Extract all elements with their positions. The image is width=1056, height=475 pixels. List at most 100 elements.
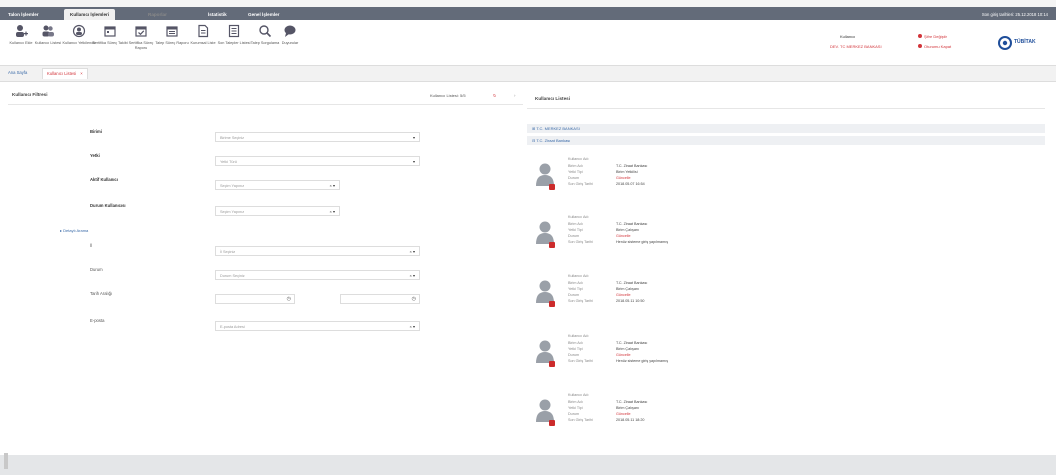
- calendar-list-icon: [165, 24, 179, 38]
- field-label-aktif: Aktif Kullanıcı: [90, 177, 118, 182]
- field-value-last: Henüz sisteme giriş yapılmamış: [616, 359, 669, 363]
- user-avatar-icon: [535, 339, 555, 367]
- dropdown-arrow-icon: × ▾: [409, 324, 415, 329]
- search-icon: [258, 24, 272, 38]
- close-icon[interactable]: ×: [80, 71, 82, 76]
- page-edge-marker: [4, 453, 8, 469]
- field-label-tarih: Tarih Aralığı: [90, 291, 113, 296]
- user-add-icon: [14, 24, 28, 38]
- detailed-search-toggle[interactable]: ▸ Detaylı Arama: [60, 228, 88, 233]
- key-icon: [918, 34, 922, 38]
- dropdown-arrow-icon: ▾: [412, 159, 415, 164]
- collapse-chevron-icon[interactable]: ›: [514, 93, 516, 98]
- footer-bar: [0, 455, 1056, 475]
- menu-tab-raporlar[interactable]: Raporlar: [148, 9, 188, 20]
- field-value-last: 2018.05.07 16:54: [616, 182, 645, 186]
- detailed-search-label: Detaylı Arama: [63, 228, 89, 233]
- user-avatar-icon: [535, 162, 555, 190]
- date-end-input[interactable]: ◷: [340, 294, 420, 304]
- list-doc-icon: [227, 24, 241, 38]
- user-name: Kullanıcı: [840, 34, 856, 39]
- user-list-title: Kullanıcı Listesi: [535, 96, 570, 101]
- menu-tab-talon[interactable]: Talon İşlemler: [8, 9, 39, 20]
- user-card[interactable]: Kullanıcı Adı Birim Adı Yetki Tipi Durum Son…: [535, 333, 835, 391]
- group-header-merkez[interactable]: ⊞ T.C. MERKEZ BANKASI: [527, 124, 1045, 133]
- date-start-input[interactable]: ◷: [215, 294, 295, 304]
- user-avatar-icon: [535, 220, 555, 248]
- select-durum[interactable]: Durum Seçiniz × ▾: [215, 270, 420, 280]
- select-placeholder: E-posta Adresi: [220, 325, 245, 329]
- dropdown-arrow-icon: × ▾: [409, 249, 415, 254]
- field-label-eposta: E-posta: [90, 318, 105, 323]
- user-card[interactable]: Kullanıcı Adı Birim Adı Yetki Tipi Durum Son…: [535, 214, 835, 272]
- logout-label: Oturumu Kapat: [924, 44, 952, 49]
- user-card[interactable]: Kullanıcı Adı Birim Adı Yetki Tipi Durum Son…: [535, 156, 835, 214]
- top-strip: [0, 0, 1056, 7]
- tab-user-list-label: Kullanıcı Listesi: [47, 71, 77, 76]
- toolbar-button-label: Kurumsal Liste: [190, 41, 216, 45]
- user-avatar-icon: [535, 279, 555, 307]
- select-eposta[interactable]: E-posta Adresi × ▾: [215, 321, 420, 331]
- field-key: Kullanıcı Adı: [568, 393, 589, 397]
- calendar-picker-icon[interactable]: ◷: [412, 296, 416, 302]
- user-organization: DEV. TC MERKEZ BANKASI: [830, 44, 882, 49]
- dropdown-arrow-icon: × ▾: [409, 273, 415, 278]
- select-birimi[interactable]: Birime Seçiniz ▾: [215, 132, 420, 142]
- toolbar-button-announcements[interactable]: Duyurular: [271, 24, 309, 46]
- field-key: Son Giriş Tarihi: [568, 299, 593, 303]
- select-placeholder: Seçim Yapınız: [220, 184, 245, 188]
- chat-icon: [283, 24, 297, 38]
- select-aktif[interactable]: Seçim Yapınız × ▾: [215, 180, 340, 190]
- field-label-yetki: Yetki: [90, 153, 100, 158]
- refresh-link-icon[interactable]: ↻: [493, 93, 496, 98]
- menu-tab-kullanici[interactable]: Kullanıcı İşlemleri: [64, 9, 116, 20]
- menu-tab-istatistik[interactable]: İstatistik: [208, 9, 227, 20]
- status-badge: [549, 242, 555, 248]
- last-login-datetime: Son giriş tarihleri: 25.12.2018 10:14: [981, 12, 1048, 17]
- toolbar-button-label: Sertifika Süreç Raporu: [128, 41, 154, 50]
- tubitak-logo: TÜBİTAK: [998, 36, 1038, 52]
- user-card[interactable]: Kullanıcı Adı Birim Adı Yetki Tipi Durum Son…: [535, 273, 835, 331]
- field-label-durum: Durum: [90, 267, 103, 272]
- field-label-durum-kullanici: Durum Kullanıcısı: [90, 203, 126, 208]
- select-yetki[interactable]: Yetki Türü ▾: [215, 156, 420, 166]
- field-key: Son Giriş Tarihi: [568, 240, 593, 244]
- dropdown-arrow-icon: × ▾: [329, 209, 335, 214]
- calendar-check-icon: [134, 24, 148, 38]
- toolbar-button-label: Kullanıcı Listesi: [34, 41, 62, 45]
- tab-user-list[interactable]: Kullanıcı Listesi ×: [42, 68, 88, 79]
- group-header-ziraat[interactable]: ⊟ T.C. Ziraat Bankası: [527, 136, 1045, 145]
- logout-link[interactable]: Oturumu Kapat: [918, 44, 951, 49]
- select-durum-kullanici[interactable]: Seçim Yapınız × ▾: [215, 206, 340, 216]
- status-badge: [549, 184, 555, 190]
- select-placeholder: Seçim Yapınız: [220, 210, 245, 214]
- page-tabs-bar: [0, 65, 1056, 82]
- user-list-counter: Kullanıcı Listesi: 5/5: [430, 93, 466, 98]
- user-avatar-icon: [535, 398, 555, 426]
- user-key-icon: [72, 24, 86, 38]
- calendar-picker-icon[interactable]: ◷: [287, 296, 291, 302]
- field-key: Kullanıcı Adı: [568, 215, 589, 219]
- tab-home[interactable]: Ana Sayfa: [8, 68, 27, 78]
- field-value-last: 2018.05.11 18:20: [616, 418, 645, 422]
- change-password-link[interactable]: Şifre Değiştir: [918, 34, 947, 39]
- users-icon: [41, 24, 55, 38]
- menu-tab-genel[interactable]: Genel İşlemler: [248, 9, 279, 20]
- field-key: Son Giriş Tarihi: [568, 418, 593, 422]
- user-card[interactable]: Kullanıcı Adı Birim Adı Yetki Tipi Durum Son…: [535, 392, 835, 450]
- group-label: T.C. MERKEZ BANKASI: [536, 126, 580, 131]
- select-il[interactable]: İl Seçiniz × ▾: [215, 246, 420, 256]
- select-placeholder: Durum Seçiniz: [220, 274, 245, 278]
- select-placeholder: Yetki Türü: [220, 160, 237, 164]
- field-key: Kullanıcı Adı: [568, 157, 589, 161]
- field-label-il: İl: [90, 243, 93, 248]
- change-password-label: Şifre Değiştir: [924, 34, 947, 39]
- status-badge: [549, 420, 555, 426]
- toolbar-button-label: Duyurular: [281, 41, 299, 45]
- select-placeholder: Birime Seçiniz: [220, 136, 245, 140]
- dropdown-arrow-icon: × ▾: [329, 183, 335, 188]
- logo-text: TÜBİTAK: [1014, 39, 1036, 45]
- filter-divider: [8, 104, 523, 105]
- right-divider: [527, 108, 1045, 109]
- select-placeholder: İl Seçiniz: [220, 250, 236, 254]
